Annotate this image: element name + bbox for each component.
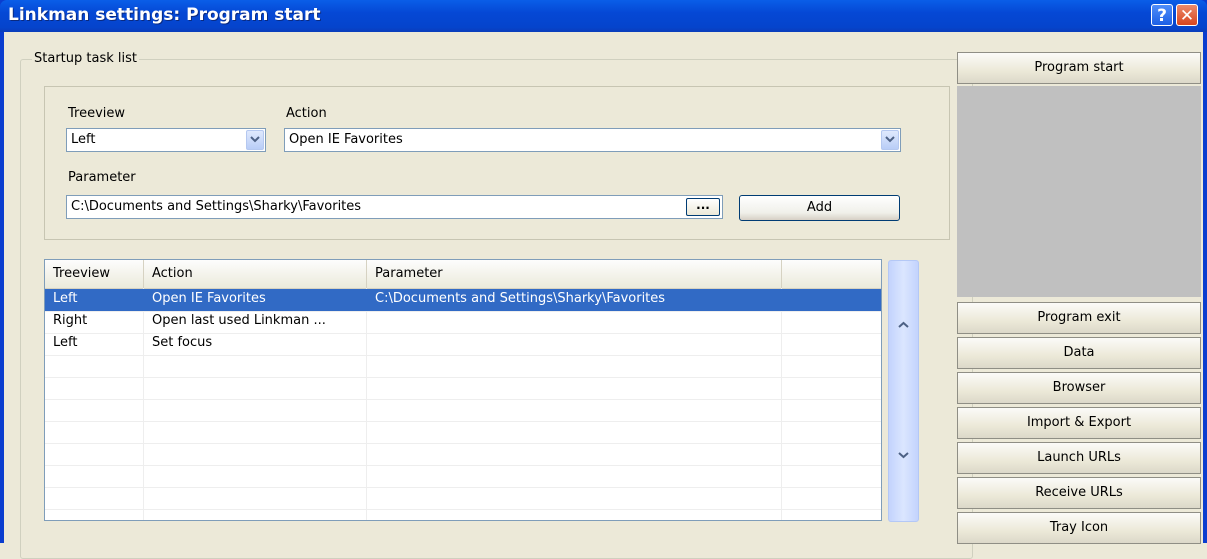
empty-row	[45, 487, 881, 510]
group-label: Startup task list	[32, 51, 139, 66]
cell-action: Set focus	[152, 335, 213, 350]
nav-receive-urls[interactable]: Receive URLs	[957, 477, 1201, 509]
empty-row	[45, 355, 881, 378]
cell-action: Open last used Linkman ...	[152, 313, 326, 328]
treeview-value: Left	[71, 132, 96, 147]
action-select[interactable]: Open IE Favorites	[284, 128, 901, 152]
parameter-value: C:\Documents and Settings\Sharky\Favorit…	[71, 199, 362, 214]
reorder-scrollbar[interactable]	[888, 260, 919, 522]
title-bar[interactable]: Linkman settings: Program start ? ✕	[0, 0, 1207, 32]
cell-parameter: C:\Documents and Settings\Sharky\Favorit…	[375, 291, 666, 306]
cell-parameter	[367, 311, 782, 333]
column-treeview[interactable]: Treeview	[45, 260, 144, 288]
close-icon[interactable]: ✕	[1176, 4, 1198, 26]
empty-row	[45, 443, 881, 466]
settings-nav: Program start Program exit Data Browser …	[957, 52, 1203, 544]
settings-window: Linkman settings: Program start ? ✕ Star…	[0, 0, 1207, 559]
empty-row	[45, 377, 881, 400]
treeview-select[interactable]: Left	[66, 128, 266, 152]
table-row[interactable]: Left Set focus	[45, 333, 881, 356]
action-value: Open IE Favorites	[289, 132, 403, 147]
nav-page-area	[957, 86, 1201, 297]
window-title: Linkman settings: Program start	[8, 5, 321, 25]
cell-action: Open IE Favorites	[152, 291, 266, 306]
nav-data[interactable]: Data	[957, 337, 1201, 369]
cell-parameter	[367, 333, 782, 355]
cell-treeview: Left	[53, 291, 78, 306]
nav-program-start[interactable]: Program start	[957, 52, 1201, 84]
table-row[interactable]: Right Open last used Linkman ...	[45, 311, 881, 334]
chevron-down-icon[interactable]	[246, 130, 264, 150]
empty-row	[45, 421, 881, 444]
task-list[interactable]: Treeview Action Parameter Left Open IE F…	[44, 259, 882, 521]
treeview-label: Treeview	[68, 106, 126, 121]
add-button[interactable]: Add	[739, 195, 900, 221]
table-row[interactable]: Left Open IE Favorites C:\Documents and …	[45, 289, 881, 312]
client-area: Startup task list Treeview Left Action O…	[4, 32, 1203, 559]
nav-import-export[interactable]: Import & Export	[957, 407, 1201, 439]
cell-treeview: Left	[53, 335, 78, 350]
browse-button[interactable]: ...	[686, 198, 720, 216]
move-up-icon[interactable]	[898, 321, 909, 329]
cell-treeview: Right	[53, 313, 88, 328]
list-header: Treeview Action Parameter	[45, 260, 881, 289]
help-icon[interactable]: ?	[1151, 4, 1173, 26]
parameter-input[interactable]: C:\Documents and Settings\Sharky\Favorit…	[66, 195, 723, 219]
nav-program-exit[interactable]: Program exit	[957, 302, 1201, 334]
column-parameter[interactable]: Parameter	[367, 260, 782, 288]
nav-launch-urls[interactable]: Launch URLs	[957, 442, 1201, 474]
nav-tray-icon[interactable]: Tray Icon	[957, 512, 1201, 544]
chevron-down-icon[interactable]	[881, 130, 899, 150]
parameter-label: Parameter	[68, 170, 136, 185]
nav-browser[interactable]: Browser	[957, 372, 1201, 404]
action-label: Action	[286, 106, 327, 121]
move-down-icon[interactable]	[898, 451, 909, 459]
empty-row	[45, 465, 881, 488]
empty-row	[45, 399, 881, 422]
column-action[interactable]: Action	[144, 260, 367, 288]
